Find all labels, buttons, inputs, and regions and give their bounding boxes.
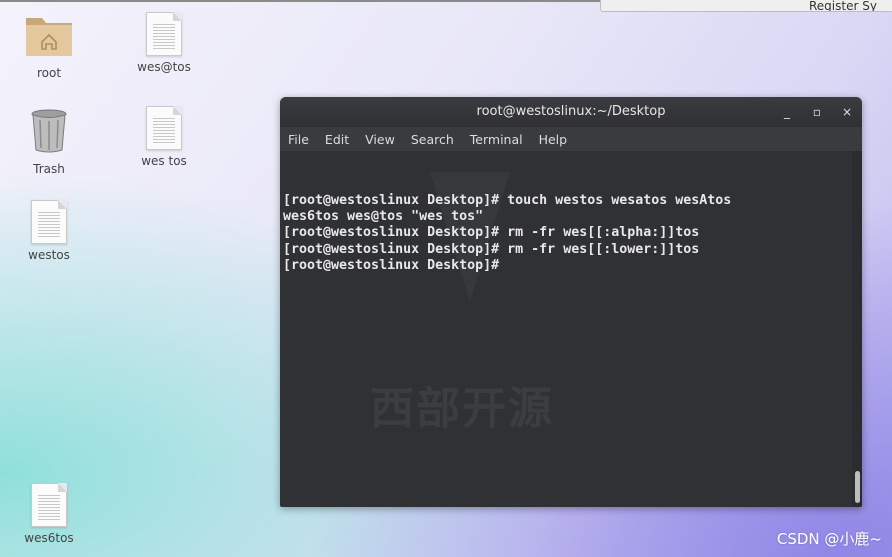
- text-file-icon: [146, 12, 182, 56]
- terminal-output[interactable]: [root@westoslinux Desktop]# touch westos…: [280, 151, 852, 507]
- notification-banner[interactable]: Register Sy: [600, 0, 892, 12]
- menu-search[interactable]: Search: [411, 132, 454, 147]
- desktop-icon-label: root: [36, 66, 62, 80]
- terminal-scrollbar[interactable]: [852, 151, 862, 507]
- desktop-icon-label: wes@tos: [137, 60, 191, 74]
- minimize-button[interactable]: _: [780, 97, 794, 127]
- terminal-line: [root@westoslinux Desktop]#: [283, 257, 508, 273]
- maximize-button[interactable]: ▫: [810, 97, 824, 127]
- desktop-icon-label: wes tos: [141, 154, 187, 168]
- desktop-icon-trash[interactable]: Trash: [4, 108, 94, 176]
- menu-view[interactable]: View: [365, 132, 395, 147]
- terminal-line: [root@westoslinux Desktop]# touch westos…: [283, 193, 732, 208]
- desktop-icon-label: wes6tos: [24, 531, 74, 545]
- desktop-icon-wes6tos[interactable]: wes6tos: [4, 483, 94, 545]
- text-file-icon: [31, 200, 67, 244]
- terminal-line: wes6tos wes@tos "wes tos": [283, 209, 484, 225]
- text-file-icon: [31, 483, 67, 527]
- menu-terminal[interactable]: Terminal: [470, 132, 523, 147]
- notification-text: Register Sy: [809, 0, 877, 12]
- terminal-line: [root@westoslinux Desktop]# rm -fr wes[[…: [283, 241, 700, 257]
- desktop-icon-wes-tos[interactable]: wes tos: [119, 106, 209, 168]
- top-edge-line: [0, 0, 610, 2]
- scrollbar-thumb[interactable]: [855, 471, 860, 503]
- desktop-icon-westos[interactable]: westos: [4, 200, 94, 262]
- trash-icon: [31, 109, 67, 153]
- menu-edit[interactable]: Edit: [325, 132, 349, 147]
- desktop-icon-label: westos: [28, 248, 70, 262]
- desktop-icon-wes-at-tos[interactable]: wes@tos: [119, 12, 209, 74]
- home-folder-icon: [26, 18, 72, 56]
- desktop-icon-label: Trash: [33, 162, 65, 176]
- menu-help[interactable]: Help: [539, 132, 568, 147]
- text-file-icon: [146, 106, 182, 150]
- csdn-watermark: CSDN @小鹿~: [776, 530, 882, 548]
- terminal-titlebar[interactable]: root@westoslinux:~/Desktop _ ▫ ×: [280, 97, 862, 127]
- terminal-window[interactable]: root@westoslinux:~/Desktop _ ▫ × File Ed…: [280, 97, 862, 507]
- terminal-menubar: File Edit View Search Terminal Help: [280, 127, 862, 151]
- window-title: root@westoslinux:~/Desktop: [476, 104, 666, 119]
- window-controls: _ ▫ ×: [780, 97, 854, 127]
- menu-file[interactable]: File: [288, 132, 309, 147]
- terminal-line: [root@westoslinux Desktop]# rm -fr wes[[…: [283, 225, 700, 241]
- close-button[interactable]: ×: [840, 97, 854, 127]
- desktop-icon-root[interactable]: root: [4, 12, 94, 80]
